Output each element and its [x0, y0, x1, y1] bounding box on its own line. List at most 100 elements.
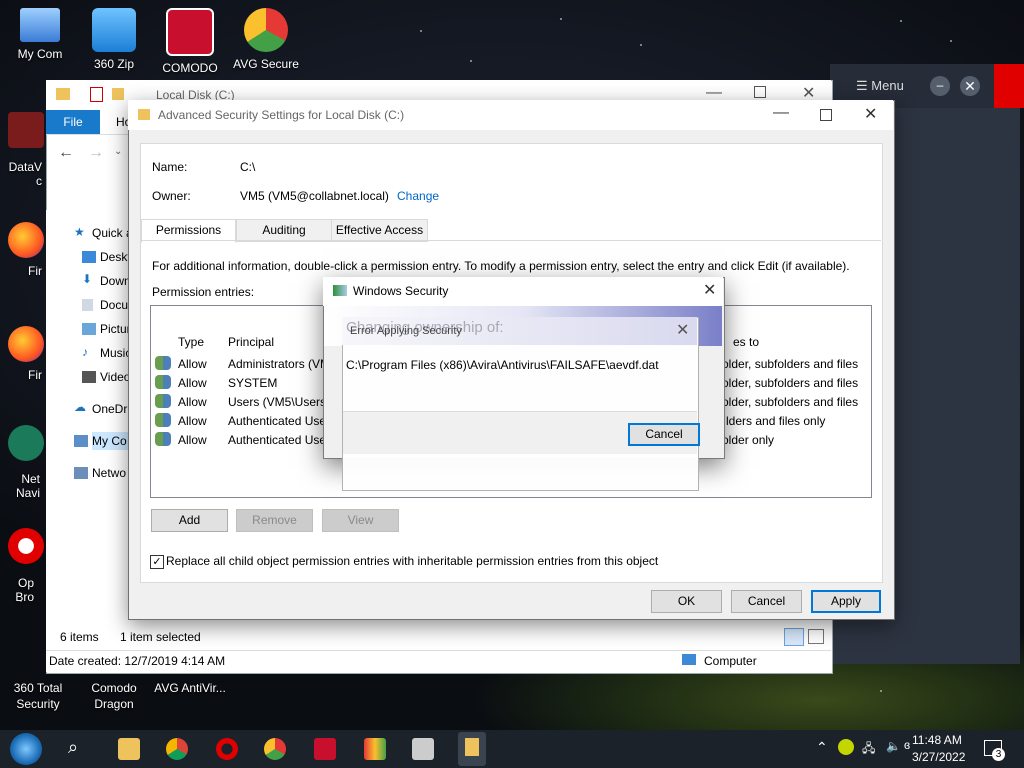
- windows-security-titlebar: Windows Security ✕: [323, 277, 723, 306]
- file-tab[interactable]: File: [46, 110, 100, 134]
- datav-icon[interactable]: [8, 112, 44, 148]
- users-icon: [155, 356, 171, 370]
- nav-my-computer[interactable]: My Co: [74, 432, 132, 450]
- nav-label: Video: [100, 370, 131, 384]
- chevron-down-icon[interactable]: ⌄: [114, 146, 122, 157]
- cancel-button[interactable]: Cancel: [628, 423, 700, 446]
- replace-child-permissions-checkbox[interactable]: ✓: [150, 555, 164, 569]
- firefox-icon[interactable]: [8, 326, 44, 362]
- column-header-type[interactable]: Type: [178, 335, 204, 349]
- avg-browser-taskbar-icon[interactable]: [264, 738, 286, 760]
- nav-label: Docu: [100, 298, 129, 312]
- nav-pictures[interactable]: Pictur: [82, 322, 131, 336]
- new-folder-icon[interactable]: [112, 88, 124, 100]
- nav-downloads[interactable]: ⬇ Down: [82, 272, 131, 288]
- maximize-icon[interactable]: [820, 109, 832, 121]
- network-icon[interactable]: 🖧: [862, 739, 875, 760]
- net-navigator-icon[interactable]: [8, 425, 44, 461]
- ok-button[interactable]: OK: [651, 590, 722, 613]
- printer-taskbar-icon[interactable]: [412, 738, 434, 760]
- nav-onedrive[interactable]: ☁ OneDri: [74, 400, 130, 416]
- firefox-icon[interactable]: [8, 222, 44, 258]
- change-owner-link[interactable]: Change: [397, 189, 439, 203]
- cloud-icon: ☁: [74, 400, 86, 414]
- desktop-icon-avg-secure[interactable]: AVG Secure: [228, 8, 304, 72]
- large-icons-view-icon[interactable]: [808, 629, 824, 644]
- remove-button[interactable]: Remove: [236, 509, 313, 532]
- comodo-taskbar-icon[interactable]: [314, 738, 336, 760]
- row-principal: Authenticated Use: [228, 433, 327, 447]
- permission-entries-label: Permission entries:: [152, 285, 255, 299]
- back-arrow-icon[interactable]: ←: [58, 144, 74, 162]
- minimize-icon[interactable]: —: [773, 104, 789, 122]
- dialog-title: Advanced Security Settings for Local Dis…: [158, 108, 405, 122]
- nav-documents[interactable]: Docu: [82, 298, 129, 312]
- cancel-button[interactable]: Cancel: [731, 590, 802, 613]
- dialog-title: Windows Security: [353, 284, 449, 298]
- users-icon: [155, 413, 171, 427]
- close-button[interactable]: ✕: [960, 76, 980, 96]
- desktop-icon-avg-antivirus[interactable]: AVG AntiVir...: [152, 680, 228, 696]
- explorer-active-taskbar-icon[interactable]: [458, 732, 486, 766]
- name-value: C:\: [240, 160, 256, 174]
- desktop-icon-comodo-dragon[interactable]: Comodo Dragon: [76, 680, 152, 712]
- opera-taskbar-icon[interactable]: [216, 738, 238, 760]
- desktop-icon-comodo[interactable]: COMODO: [152, 8, 228, 76]
- desktop-icon-360-zip[interactable]: 360 Zip: [76, 8, 152, 72]
- forward-arrow-icon[interactable]: →: [88, 144, 104, 162]
- nav-desktop[interactable]: Deskt: [82, 250, 131, 264]
- desktop-icon-360-total-security[interactable]: 360 Total Security: [0, 680, 76, 712]
- tab-effective-access[interactable]: Effective Access: [331, 219, 428, 242]
- desktop-icon-my-computer[interactable]: My Com: [2, 8, 78, 62]
- users-icon: [155, 394, 171, 408]
- add-button[interactable]: Add: [151, 509, 228, 532]
- nav-label: Netwo: [92, 466, 127, 480]
- close-icon[interactable]: ✕: [676, 323, 689, 339]
- 360-zip-icon: [92, 8, 136, 52]
- column-header-principal[interactable]: Principal: [228, 335, 274, 349]
- row-applies-to: older, subfolders and files: [722, 395, 859, 409]
- maximize-icon[interactable]: [754, 86, 766, 98]
- search-icon[interactable]: ⌕: [68, 737, 78, 758]
- start-button[interactable]: [10, 733, 42, 765]
- nav-network[interactable]: Netwo: [74, 466, 127, 480]
- explorer-status-bar: 6 items 1 item selected Date created: 12…: [46, 628, 831, 672]
- row-applies-to: older, subfolders and files: [722, 357, 859, 371]
- users-icon: [155, 375, 171, 389]
- nav-label: My Co: [92, 434, 127, 448]
- comodo-icon: [166, 8, 214, 56]
- status-selected: 1 item selected: [120, 630, 201, 644]
- minimize-button[interactable]: –: [930, 76, 950, 96]
- desktop-icon-label: Fir: [28, 368, 42, 382]
- nav-music[interactable]: ♪ Music: [82, 345, 131, 360]
- desktop-icon-label: COMODO: [162, 61, 218, 75]
- view-button[interactable]: View: [322, 509, 399, 532]
- apply-button[interactable]: Apply: [811, 590, 881, 613]
- file-explorer-taskbar-icon[interactable]: [118, 738, 140, 760]
- nav-quick-access[interactable]: ★ Quick a: [74, 225, 133, 240]
- column-header-applies-to[interactable]: es to: [733, 335, 759, 349]
- close-icon[interactable]: ✕: [864, 107, 877, 123]
- properties-icon[interactable]: [90, 87, 103, 102]
- tab-auditing[interactable]: Auditing: [236, 219, 332, 242]
- avg-menu-button[interactable]: ☰ Menu: [856, 78, 904, 94]
- error-dialog-header: Changing ownership of: Error Applying Se…: [342, 317, 697, 345]
- error-dialog-title: Error Applying Security: [350, 325, 462, 337]
- chevron-up-icon[interactable]: ⌃: [816, 739, 828, 756]
- desktop-icon-label: 360 Zip: [93, 57, 135, 71]
- clock-time[interactable]: 11:48 AM: [912, 733, 962, 747]
- desktop-icon: [82, 251, 96, 263]
- close-icon[interactable]: ✕: [703, 283, 716, 299]
- details-view-icon[interactable]: [784, 628, 804, 646]
- clock-date[interactable]: 3/27/2022: [912, 750, 965, 764]
- opera-icon[interactable]: [8, 528, 44, 564]
- row-principal: Authenticated Use: [228, 414, 327, 428]
- divider: [46, 650, 831, 651]
- nav-videos[interactable]: Video: [82, 370, 131, 384]
- avg-antivirus-taskbar-icon[interactable]: [364, 738, 386, 760]
- tray-app-icon[interactable]: [838, 739, 854, 755]
- chrome-taskbar-icon[interactable]: [166, 738, 188, 760]
- navigation-pane: ★ Quick a Deskt ⬇ Down Docu Pictur ♪ Music …: [46, 210, 133, 630]
- volume-icon[interactable]: 🔈: [886, 739, 901, 753]
- folder-icon: [138, 109, 150, 120]
